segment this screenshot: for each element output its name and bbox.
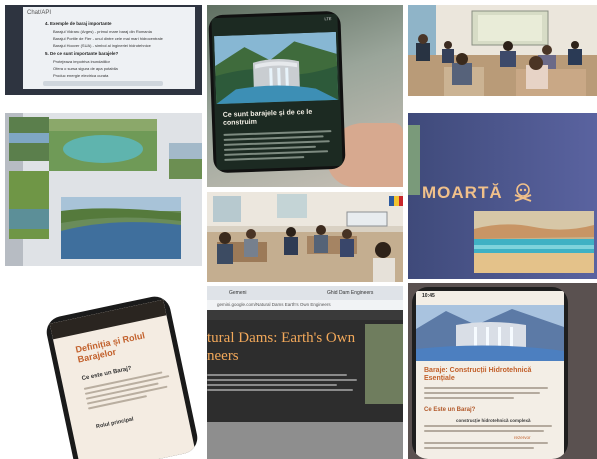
doc-line: Protejeaza impotriva inundatiilor: [53, 59, 110, 64]
laptop-keyboard: [207, 422, 403, 459]
tile-projected-slides: [5, 113, 202, 266]
phone-screen: Definiția și Rolul Barajelor Ce este un …: [49, 299, 197, 459]
doc-line: Produc energie electrica curata: [53, 73, 109, 78]
students-scene: [207, 192, 403, 282]
page-content: tural Dams: Earth's Own neers: [207, 310, 403, 422]
smartphone: Definiția și Rolul Barajelor Ce este un …: [43, 293, 201, 459]
doc-line: Barajul Hoover (SUA) - simbol al inginer…: [53, 43, 151, 48]
phone-screen: 10:45 Baraje: Construcții Hidrotehnică E…: [416, 291, 564, 459]
doc-toolbar: [43, 81, 163, 86]
screen-headline: Ce sunt barajele și de ce le construim: [222, 108, 313, 127]
doc-line: Barajul Vidraru (Arges) - primul mare ba…: [53, 29, 152, 34]
page-image: [365, 324, 403, 404]
slides-scene: [5, 113, 202, 266]
address-bar[interactable]: gemini.google.com/Natural Dams Earth's O…: [207, 300, 403, 310]
phone-title: Baraje: Construcții Hidrotehnică Esenția…: [424, 367, 532, 382]
tile-phone-baraje: 10:45 Baraje: Construcții Hidrotehnică E…: [408, 283, 597, 459]
tile-phone-dam: LTE Ce sunt barajele și de ce le constru…: [207, 5, 403, 187]
page-heading-cont: neers: [207, 348, 239, 364]
classroom-scene: [408, 5, 597, 96]
body-link[interactable]: rezervor: [514, 435, 531, 440]
phone-screen: LTE Ce sunt barajele și de ce le constru…: [211, 13, 343, 171]
tile-document-screen: Chat/API 4. Exemple de baraj importante …: [5, 5, 202, 95]
doc-line: 5. De ce sunt importante barajele?: [45, 51, 119, 56]
status-time: 10:45: [422, 293, 435, 299]
status-bar: LTE: [324, 16, 332, 22]
browser-tabbar: Gemeni Ghid Dam Engineers: [207, 286, 403, 300]
dam-illustration: [416, 305, 564, 361]
page-heading: tural Dams: Earth's Own: [207, 330, 356, 346]
dam-illustration: [214, 31, 339, 105]
tile-slide-moarta: MOARTĂ: [408, 113, 597, 279]
phone-section: Rolul principal: [95, 416, 135, 431]
beach-photo: [474, 211, 594, 273]
document-page: Chat/API 4. Exemple de baraj importante …: [23, 7, 195, 89]
skull-crossbones-icon: [514, 183, 532, 202]
doc-line: Ofera o sursa sigura de apa potabila: [53, 66, 118, 71]
tile-classroom-projector: [408, 5, 597, 96]
smartphone: LTE Ce sunt barajele și de ce le constru…: [208, 10, 346, 174]
tab-gemini[interactable]: Gemeni: [229, 290, 247, 296]
url-text: gemini.google.com/Natural Dams Earth's O…: [217, 302, 331, 307]
phone-title: Definiția și Rolul Barajelor: [74, 330, 146, 365]
smartphone: 10:45 Baraje: Construcții Hidrotehnică E…: [412, 287, 568, 459]
tab-ghid[interactable]: Ghid Dam Engineers: [327, 290, 373, 296]
side-photo: [408, 125, 420, 195]
doc-line: 4. Exemple de baraj importante: [45, 21, 112, 26]
tile-phone-definitia: Definiția și Rolul Barajelor Ce este un …: [5, 275, 202, 459]
slide-word: MOARTĂ: [422, 183, 503, 202]
doc-header: Chat/API: [27, 10, 52, 16]
tile-laptop-natural-dams: Gemeni Ghid Dam Engineers gemini.google.…: [207, 286, 403, 459]
tile-classroom-students: [207, 192, 403, 282]
phone-question: Ce Este un Baraj?: [424, 407, 476, 413]
body-bold-phrase: construcție hidrotehnică complexă: [456, 418, 531, 423]
doc-line: Barajul Portile de Fier - unul dintre ce…: [53, 36, 163, 41]
